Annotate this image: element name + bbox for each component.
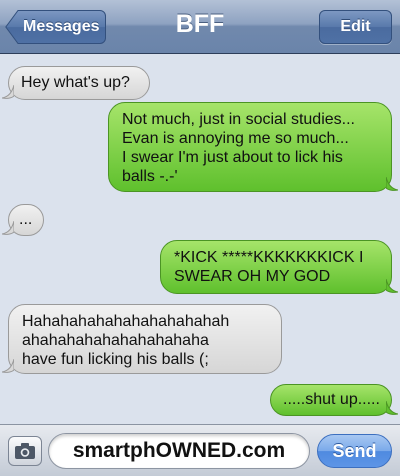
message-input[interactable]: smartphOWNED.com	[48, 433, 310, 469]
message-bubble-outgoing[interactable]: .....shut up.....	[270, 384, 398, 416]
bubble-tail	[386, 279, 398, 293]
message-bubble-outgoing[interactable]: *KICK *****KKKKKKKICK I SWEAR OH MY GOD	[160, 240, 398, 294]
message-text: *KICK *****KKKKKKKICK I SWEAR OH MY GOD	[174, 249, 364, 285]
message-text: .....shut up.....	[283, 391, 380, 408]
camera-button[interactable]	[8, 436, 42, 466]
message-text: ...	[19, 211, 33, 228]
bubble-tail	[2, 85, 14, 99]
camera-icon	[15, 443, 35, 459]
message-bubble-incoming[interactable]: Hey what's up?	[2, 66, 150, 100]
bubble-tail	[2, 359, 14, 373]
message-text: Not much, just in social studies... Evan…	[122, 111, 355, 185]
compose-bar: smartphOWNED.com Send	[0, 424, 400, 476]
send-button[interactable]: Send	[317, 434, 392, 468]
nav-bar: Messages BFF Edit	[0, 0, 400, 54]
message-bubble-incoming[interactable]: ...	[2, 204, 44, 236]
message-bubble-outgoing[interactable]: Not much, just in social studies... Evan…	[108, 102, 398, 192]
bubble-tail	[386, 177, 398, 191]
bubble-tail	[2, 221, 14, 235]
message-text: Hahahahahahahahahahahah ahahahahahahahah…	[22, 313, 230, 368]
message-bubble-incoming[interactable]: Hahahahahahahahahahahah ahahahahahahahah…	[2, 304, 282, 374]
bubble-tail	[386, 401, 398, 415]
edit-button[interactable]: Edit	[319, 10, 392, 44]
message-thread: Hey what's up? Not much, just in social …	[0, 54, 400, 424]
message-text: Hey what's up?	[21, 74, 130, 91]
